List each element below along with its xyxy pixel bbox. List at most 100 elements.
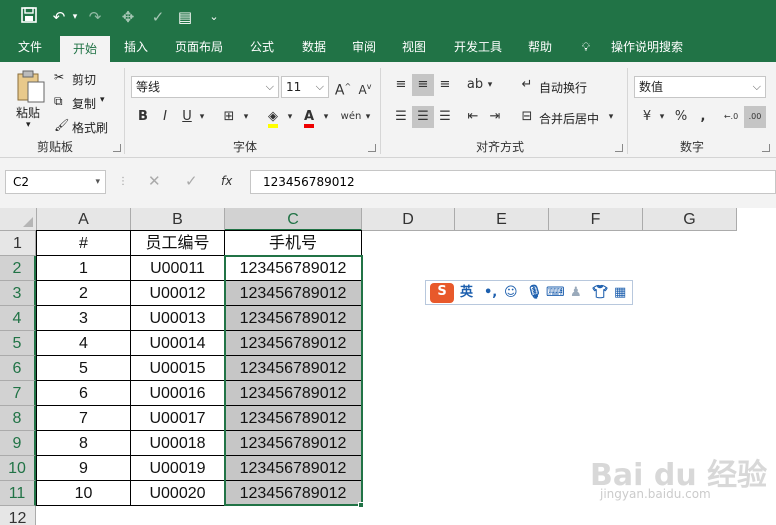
- table-cell[interactable]: U00014: [131, 331, 225, 356]
- alignment-launcher-icon[interactable]: [615, 144, 623, 152]
- table-cell[interactable]: U00018: [131, 431, 225, 456]
- skin-icon[interactable]: 👕︎: [592, 284, 609, 302]
- table-cell[interactable]: 8: [37, 431, 131, 456]
- save-icon[interactable]: [18, 7, 40, 27]
- ime-punct-button[interactable]: •,: [484, 284, 497, 302]
- table-cell[interactable]: 123456789012: [225, 356, 362, 381]
- bold-button[interactable]: B: [132, 106, 154, 128]
- table-cell[interactable]: U00013: [131, 306, 225, 331]
- column-header-g[interactable]: G: [643, 208, 737, 231]
- row-header-4[interactable]: 4: [0, 306, 36, 331]
- align-bottom-icon[interactable]: ≡: [434, 74, 456, 96]
- fill-color-icon[interactable]: ◈: [262, 106, 284, 128]
- table-cell[interactable]: U00012: [131, 281, 225, 306]
- header-cell[interactable]: 手机号: [225, 231, 362, 256]
- table-cell[interactable]: 5: [37, 356, 131, 381]
- tab-view[interactable]: 视图: [392, 34, 436, 62]
- tab-developer[interactable]: 开发工具: [444, 34, 512, 62]
- header-cell[interactable]: 员工编号: [131, 231, 225, 256]
- table-cell[interactable]: 123456789012: [225, 456, 362, 481]
- merge-center-icon[interactable]: ⊟: [516, 106, 538, 128]
- table-cell[interactable]: U00020: [131, 481, 225, 506]
- undo-dropdown-icon[interactable]: ▾: [70, 7, 80, 27]
- column-header-f[interactable]: F: [549, 208, 643, 231]
- sogou-logo[interactable]: S: [430, 283, 454, 303]
- table-cell[interactable]: 3: [37, 306, 131, 331]
- table-cell[interactable]: 123456789012: [225, 381, 362, 406]
- underline-dropdown-icon[interactable]: ▾: [196, 106, 208, 128]
- row-header-1[interactable]: 1: [0, 231, 36, 256]
- row-header-9[interactable]: 9: [0, 431, 36, 456]
- phonetic-button[interactable]: wén: [338, 106, 364, 128]
- tab-review[interactable]: 审阅: [342, 34, 386, 62]
- table-cell[interactable]: 123456789012: [225, 281, 362, 306]
- table-cell[interactable]: 123456789012: [225, 481, 362, 506]
- tab-home[interactable]: 开始: [60, 36, 110, 62]
- copy-dropdown-icon[interactable]: ▾: [100, 95, 105, 105]
- form-icon[interactable]: ▤: [175, 7, 195, 27]
- tab-page-layout[interactable]: 页面布局: [166, 34, 232, 62]
- table-cell[interactable]: 9: [37, 456, 131, 481]
- decrease-indent-icon[interactable]: ⇤: [462, 106, 484, 128]
- row-header-12[interactable]: 12: [0, 506, 36, 525]
- tab-file[interactable]: 文件: [8, 34, 52, 62]
- table-cell[interactable]: U00019: [131, 456, 225, 481]
- fill-handle[interactable]: [358, 502, 364, 508]
- percent-button[interactable]: %: [670, 106, 692, 128]
- table-cell[interactable]: 123456789012: [225, 406, 362, 431]
- comma-button[interactable]: ,: [692, 106, 714, 128]
- phonetic-dropdown-icon[interactable]: ▾: [362, 106, 374, 128]
- copy-button[interactable]: 复制: [72, 95, 96, 112]
- number-format-select[interactable]: 数值 ⌵: [634, 76, 766, 98]
- select-all-corner[interactable]: [0, 208, 37, 231]
- row-header-2[interactable]: 2: [0, 256, 36, 281]
- insert-function-button[interactable]: fx: [221, 174, 232, 188]
- mic-icon[interactable]: 🎙︎: [526, 284, 543, 302]
- border-dropdown-icon[interactable]: ▾: [240, 106, 252, 128]
- ime-mode-button[interactable]: 英: [460, 284, 473, 302]
- tell-me-search[interactable]: 操作说明搜索: [602, 34, 692, 62]
- table-cell[interactable]: 2: [37, 281, 131, 306]
- font-size-select[interactable]: 11 ⌵: [281, 76, 329, 98]
- shrink-font-button[interactable]: Av: [354, 76, 376, 98]
- border-icon[interactable]: ⊞: [218, 106, 240, 128]
- currency-icon[interactable]: ¥: [636, 106, 658, 128]
- table-cell[interactable]: 6: [37, 381, 131, 406]
- row-header-7[interactable]: 7: [0, 381, 36, 406]
- font-launcher-icon[interactable]: [368, 144, 376, 152]
- table-cell[interactable]: U00016: [131, 381, 225, 406]
- formula-input[interactable]: 123456789012: [250, 170, 776, 194]
- table-cell[interactable]: 123456789012: [225, 256, 362, 281]
- wrap-text-button[interactable]: 自动换行: [539, 79, 587, 96]
- tab-help[interactable]: 帮助: [518, 34, 562, 62]
- merge-dropdown-icon[interactable]: ▾: [605, 106, 617, 128]
- format-painter-button[interactable]: 格式刷: [72, 119, 108, 136]
- paste-icon[interactable]: [14, 70, 46, 104]
- font-color-icon[interactable]: A: [298, 106, 320, 128]
- enter-icon[interactable]: ✓: [185, 172, 198, 190]
- name-box[interactable]: C2 ▾: [5, 170, 106, 194]
- table-cell[interactable]: 123456789012: [225, 306, 362, 331]
- row-header-3[interactable]: 3: [0, 281, 36, 306]
- table-cell[interactable]: 10: [37, 481, 131, 506]
- font-color-dropdown-icon[interactable]: ▾: [320, 106, 332, 128]
- redo-icon[interactable]: ↷: [84, 7, 106, 27]
- check-icon[interactable]: ✓: [148, 7, 168, 27]
- column-header-b[interactable]: B: [131, 208, 225, 231]
- ime-toolbar[interactable]: S 英 •, ☺ 🎙︎ ⌨ ♟ 👕︎ ▦: [425, 280, 633, 305]
- table-cell[interactable]: U00015: [131, 356, 225, 381]
- column-header-d[interactable]: D: [362, 208, 455, 231]
- paste-button[interactable]: 粘贴: [16, 104, 40, 121]
- tab-formulas[interactable]: 公式: [240, 34, 284, 62]
- grow-font-button[interactable]: A^: [332, 76, 354, 99]
- increase-indent-icon[interactable]: ⇥: [484, 106, 506, 128]
- table-cell[interactable]: 4: [37, 331, 131, 356]
- orientation-dropdown-icon[interactable]: ▾: [484, 74, 496, 96]
- paste-dropdown-icon[interactable]: ▾: [26, 120, 31, 130]
- fill-dropdown-icon[interactable]: ▾: [284, 106, 296, 128]
- table-cell[interactable]: U00011: [131, 256, 225, 281]
- table-cell[interactable]: U00017: [131, 406, 225, 431]
- header-cell[interactable]: #: [37, 231, 131, 256]
- name-box-dropdown-icon[interactable]: ▾: [95, 171, 100, 193]
- row-header-10[interactable]: 10: [0, 456, 36, 481]
